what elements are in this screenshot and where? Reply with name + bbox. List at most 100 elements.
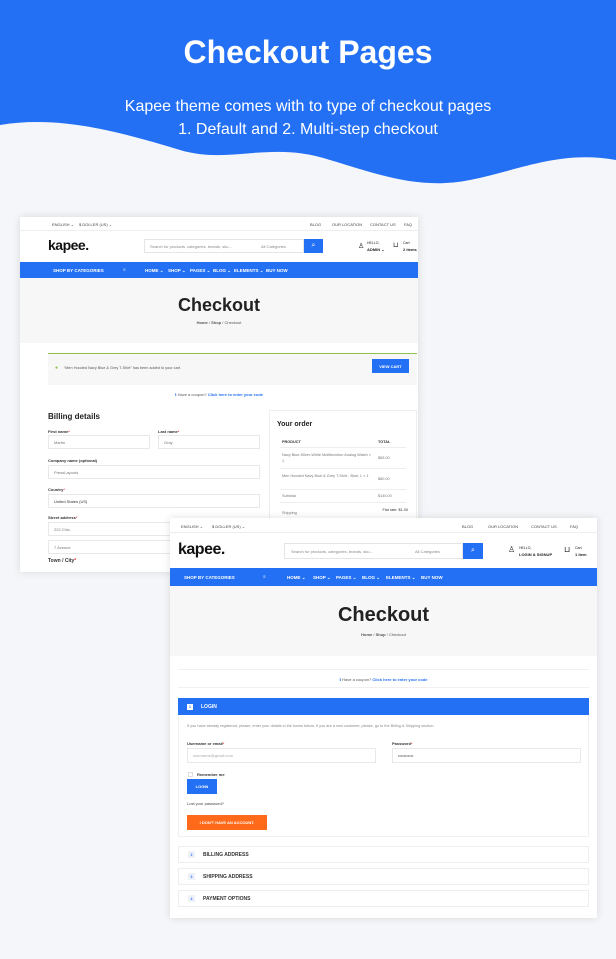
subtotal-row: Subtotal $145.00 xyxy=(280,490,406,503)
cart-label: Cart xyxy=(403,241,410,245)
company-label: Company name (optional) xyxy=(48,458,98,463)
currency-select[interactable]: $ DOLLER (US) ⌄ xyxy=(79,222,112,227)
menu-icon[interactable]: ≡ xyxy=(123,267,126,272)
breadcrumb-home[interactable]: Home xyxy=(197,320,208,325)
remember-label: Remember me xyxy=(197,772,225,777)
nav-buy-now[interactable]: BUY NOW xyxy=(266,268,288,273)
cart-icon[interactable]: ⊔ xyxy=(564,545,570,554)
username-input[interactable]: username@gmail.com xyxy=(187,748,376,763)
step-number: 1 xyxy=(187,703,193,710)
breadcrumb-sep: / xyxy=(373,632,375,637)
page-title: Checkout xyxy=(177,295,260,315)
town-label: Town / City* xyxy=(48,558,77,564)
coupon-text: Have a coupon? xyxy=(342,677,372,682)
search-input[interactable]: Search for products, categories, brands,… xyxy=(144,239,304,253)
blog-link[interactable]: BLOG xyxy=(462,524,473,529)
shop-by-categories[interactable]: SHOP BY CATEGORIES xyxy=(53,268,104,273)
location-link[interactable]: OUR LOCATION xyxy=(488,524,518,529)
cart-notice: ● “Men Hooded Navy Blue & Grey T-Shirt” … xyxy=(48,353,417,385)
nav-buy-now[interactable]: BUY NOW xyxy=(421,575,443,580)
order-title: Your order xyxy=(277,421,313,428)
search-button[interactable]: ⌕ xyxy=(463,543,483,559)
country-select[interactable]: United States (US) xyxy=(48,494,260,508)
nav-pages[interactable]: PAGES ⌄ xyxy=(336,575,356,581)
banner-title: Checkout Pages xyxy=(183,34,433,70)
category-select[interactable]: All Categories xyxy=(261,244,286,249)
category-select[interactable]: All Categories xyxy=(415,549,440,554)
nav-pages[interactable]: PAGES ⌄ xyxy=(190,268,210,274)
search-icon: ⌕ xyxy=(471,547,475,554)
search-button[interactable]: ⌕ xyxy=(304,239,323,253)
faq-link[interactable]: FAQ xyxy=(404,222,412,227)
nav-blog[interactable]: BLOG ⌄ xyxy=(213,268,231,274)
remember-checkbox[interactable] xyxy=(188,772,193,777)
step-login-header[interactable]: 1 LOGIN xyxy=(178,698,589,715)
step-payment-options[interactable]: 4 PAYMENT OPTIONS xyxy=(178,890,589,907)
view-cart-button[interactable]: VIEW CART xyxy=(372,359,409,373)
cart-icon[interactable]: ⊔ xyxy=(393,241,398,249)
step-billing-address[interactable]: 2 BILLING ADDRESS xyxy=(178,846,589,863)
nav-home[interactable]: HOME ⌄ xyxy=(145,268,164,274)
contact-link[interactable]: CONTACT US xyxy=(531,524,557,529)
coupon-notice: ℹ Have a coupon? Click here to enter you… xyxy=(20,392,418,397)
order-header-row: PRODUCT TOTAL xyxy=(280,435,406,448)
contact-link[interactable]: CONTACT US xyxy=(370,222,396,227)
billing-title: Billing details xyxy=(48,412,101,421)
breadcrumb: Home / Shop / Checkout xyxy=(20,320,418,325)
breadcrumb-home[interactable]: Home xyxy=(361,632,372,637)
cart-count: 1 item xyxy=(575,552,587,557)
blog-link[interactable]: BLOG xyxy=(310,222,321,227)
order-row: Navy Blue-Silver-White Multifunction Ana… xyxy=(280,448,406,469)
coupon-link[interactable]: Click here to enter your code xyxy=(372,677,427,682)
nav-shop[interactable]: SHOP ⌄ xyxy=(168,268,186,274)
login-panel: If you have already registered, please, … xyxy=(178,715,589,837)
first-name-input[interactable]: Martin xyxy=(48,435,150,449)
search-placeholder: Search for products, categories, brands,… xyxy=(150,244,232,249)
login-button[interactable]: LOGIN xyxy=(187,779,217,794)
lost-password-link[interactable]: Lost your password? xyxy=(187,801,224,806)
account-hello: HELLO, xyxy=(519,546,532,550)
nav-home[interactable]: HOME ⌄ xyxy=(287,575,306,581)
top-bar: ENGLISH ⌄ $ DOLLER (US) ⌄ BLOG OUR LOCAT… xyxy=(20,217,418,231)
order-row: Men Hooded Navy Blue & Grey T-Shirt - Bl… xyxy=(280,469,406,490)
breadcrumb-shop[interactable]: Shop xyxy=(211,320,221,325)
user-icon: ♙ xyxy=(358,243,365,250)
search-input[interactable]: Search for products, categories, brands,… xyxy=(284,543,463,559)
coupon-link[interactable]: Click here to enter your code xyxy=(208,392,263,397)
banner-subtitle-2: 1. Default and 2. Multi-step checkout xyxy=(178,121,438,138)
step-title: LOGIN xyxy=(201,703,217,710)
last-name-input[interactable]: Gray xyxy=(158,435,260,449)
currency-select[interactable]: $ DOLLER (US) ⌄ xyxy=(212,524,245,529)
step-title: BILLING ADDRESS xyxy=(203,851,249,858)
top-bar: ENGLISH ⌄ $ DOLLER (US) ⌄ BLOG OUR LOCAT… xyxy=(170,518,597,533)
faq-link[interactable]: FAQ xyxy=(570,524,578,529)
step-number: 2 xyxy=(188,851,195,858)
nav-shop[interactable]: SHOP ⌄ xyxy=(313,575,331,581)
first-name-label: First name* xyxy=(48,429,70,434)
login-description: If you have already registered, please, … xyxy=(187,724,435,728)
account-link[interactable]: ADMIN ⌄ xyxy=(367,247,385,252)
logo[interactable]: kapee. xyxy=(48,237,89,253)
login-signup-link[interactable]: LOGIN & SIGNUP xyxy=(519,552,552,557)
logo[interactable]: kapee. xyxy=(178,541,225,559)
language-select[interactable]: ENGLISH ⌄ xyxy=(181,524,203,529)
menu-icon[interactable]: ≡ xyxy=(263,574,266,579)
street-label: Street address* xyxy=(48,515,78,520)
company-input[interactable]: PressLayouts xyxy=(48,465,260,479)
nav-elements[interactable]: ELEMENTS ⌄ xyxy=(234,268,264,274)
step-number: 4 xyxy=(188,895,195,902)
breadcrumb-shop[interactable]: Shop xyxy=(376,632,386,637)
location-link[interactable]: OUR LOCATION xyxy=(332,222,362,227)
shop-by-categories[interactable]: SHOP BY CATEGORIES xyxy=(184,575,235,580)
no-account-button[interactable]: I DON'T HAVE AN ACCOUNT. xyxy=(187,815,267,830)
step-shipping-address[interactable]: 3 SHIPPING ADDRESS xyxy=(178,868,589,885)
search-icon: ⌕ xyxy=(311,242,316,249)
nav-blog[interactable]: BLOG ⌄ xyxy=(362,575,380,581)
nav-elements[interactable]: ELEMENTS ⌄ xyxy=(386,575,416,581)
username-label: Username or email* xyxy=(187,741,225,746)
password-input[interactable]: ••••••••••• xyxy=(392,748,581,763)
breadcrumb-sep: / xyxy=(386,632,388,637)
country-label: Country* xyxy=(48,487,65,492)
step-title: PAYMENT OPTIONS xyxy=(203,895,251,902)
language-select[interactable]: ENGLISH ⌄ xyxy=(52,222,74,227)
